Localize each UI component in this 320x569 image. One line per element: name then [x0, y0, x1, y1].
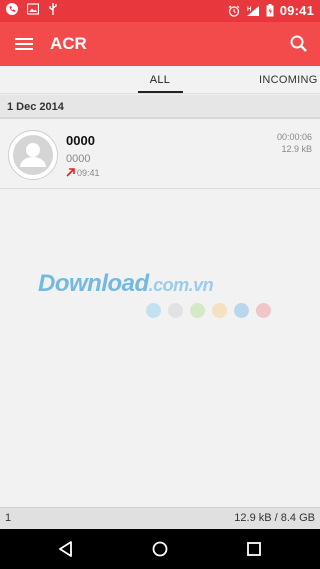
contact-number: 0000 — [66, 153, 91, 165]
battery-icon — [266, 4, 274, 17]
home-icon[interactable] — [151, 540, 169, 558]
watermark-dots — [146, 303, 278, 318]
watermark: Download.com.vn — [38, 270, 278, 318]
tab-indicator — [138, 91, 183, 93]
call-list-item[interactable]: 0000 0000 09:41 00:00:06 12.9 kB — [0, 121, 320, 189]
watermark-dot — [212, 303, 227, 318]
call-duration: 00:00:06 — [276, 132, 312, 142]
svg-text:H: H — [247, 7, 251, 13]
storage-bar: 1 12.9 kB / 8.4 GB — [0, 507, 320, 529]
watermark-dot — [146, 303, 161, 318]
usb-icon — [49, 3, 57, 15]
menu-icon[interactable] — [14, 34, 34, 54]
back-icon[interactable] — [57, 540, 75, 558]
watermark-dot — [256, 303, 271, 318]
avatar — [8, 130, 58, 180]
app-title: ACR — [50, 34, 87, 53]
phone-icon — [6, 3, 18, 15]
alarm-icon — [228, 5, 240, 17]
date-label: 1 Dec 2014 — [7, 101, 64, 113]
signal-icon: H — [246, 5, 259, 16]
tab-bar: ALL INCOMING — [0, 66, 320, 94]
clock: 09:41 — [279, 3, 314, 18]
watermark-dot — [234, 303, 249, 318]
recording-size: 12.9 kB — [281, 144, 312, 154]
image-icon — [27, 3, 39, 15]
contact-name: 0000 — [66, 133, 95, 148]
call-time: 09:41 — [77, 168, 100, 178]
tab-incoming[interactable]: INCOMING — [259, 74, 318, 86]
app-bar: ACR — [0, 22, 320, 66]
date-header: 1 Dec 2014 — [0, 95, 320, 119]
search-icon[interactable] — [288, 33, 310, 55]
recording-count: 1 — [5, 512, 12, 524]
watermark-logo: Download.com.vn — [38, 270, 214, 297]
watermark-dot — [168, 303, 183, 318]
person-icon — [13, 135, 53, 175]
recents-icon[interactable] — [245, 540, 263, 558]
outgoing-arrow-icon — [66, 168, 75, 177]
watermark-dot — [190, 303, 205, 318]
storage-usage: 12.9 kB / 8.4 GB — [234, 512, 315, 524]
status-bar: H 09:41 — [0, 0, 320, 22]
navigation-bar — [0, 529, 320, 569]
tab-all[interactable]: ALL — [138, 74, 182, 86]
